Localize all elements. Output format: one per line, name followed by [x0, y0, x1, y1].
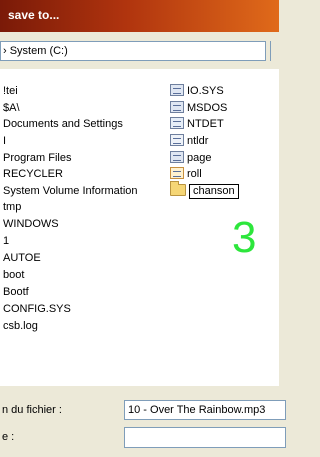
list-item[interactable]: Program Files — [3, 151, 71, 165]
item-label: 1 — [3, 235, 10, 247]
item-label: WINDOWS — [3, 218, 59, 230]
item-label: Documents and Settings — [3, 118, 123, 130]
list-item[interactable]: RECYCLER — [3, 167, 63, 181]
item-label: csb.log — [3, 320, 38, 332]
file-type-input[interactable] — [124, 427, 286, 448]
item-label: boot — [3, 269, 25, 281]
list-item[interactable]: csb.log — [3, 319, 38, 333]
file-icon — [170, 117, 184, 129]
item-label: page — [187, 152, 212, 164]
item-label: roll — [187, 168, 202, 180]
item-label: ntldr — [187, 135, 209, 147]
overlay-number: 3 — [232, 213, 257, 262]
list-item[interactable]: MSDOS — [170, 101, 227, 115]
item-label: !tei — [3, 85, 18, 97]
list-item[interactable]: System Volume Information — [3, 184, 138, 198]
item-label: IO.SYS — [187, 85, 224, 97]
location-value: › System (C:) — [3, 45, 68, 57]
file-icon — [170, 134, 184, 146]
sys-file-icon — [170, 101, 184, 113]
list-item[interactable]: CONFIG.SYS — [3, 302, 71, 316]
title-bar: save to... — [0, 0, 279, 32]
folder-icon — [170, 181, 186, 196]
rename-input[interactable]: chanson — [189, 184, 239, 199]
list-item[interactable]: ntldr — [170, 134, 208, 148]
sys-file-icon — [170, 151, 184, 163]
list-item[interactable]: 1 — [3, 234, 9, 248]
location-dropdown-button[interactable] — [270, 41, 280, 61]
item-label: MSDOS — [187, 102, 228, 114]
program-file-icon — [170, 167, 184, 179]
list-item[interactable]: Documents and Settings — [3, 117, 123, 131]
list-item[interactable]: I — [3, 134, 6, 148]
item-label: tmp — [3, 201, 22, 213]
list-item[interactable]: page — [170, 151, 211, 165]
location-combobox[interactable]: › System (C:) — [0, 41, 266, 61]
item-label: Program Files — [3, 152, 72, 164]
item-label: I — [3, 135, 7, 147]
list-item[interactable]: tmp — [3, 200, 21, 214]
list-item[interactable]: AUTOE — [3, 251, 41, 265]
list-item[interactable]: NTDET — [170, 117, 224, 131]
item-label: Bootf — [3, 286, 29, 298]
item-label: System Volume Information — [3, 185, 138, 197]
list-item[interactable]: WINDOWS — [3, 217, 59, 231]
item-label: RECYCLER — [3, 168, 63, 180]
list-item[interactable]: boot — [3, 268, 24, 282]
list-item[interactable]: chanson — [170, 181, 239, 199]
item-label: AUTOE — [3, 252, 41, 264]
file-type-label: e : — [2, 431, 15, 443]
filename-value: 10 - Over The Rainbow.mp3 — [128, 404, 266, 416]
list-item[interactable]: Bootf — [3, 285, 29, 299]
item-label: NTDET — [187, 118, 224, 130]
list-item[interactable]: !tei — [3, 84, 18, 98]
item-label: $A\ — [3, 102, 20, 114]
sys-file-icon — [170, 84, 184, 96]
filename-label: n du fichier : — [2, 404, 62, 416]
list-item[interactable]: IO.SYS — [170, 84, 224, 98]
list-item[interactable]: roll — [170, 167, 202, 181]
item-label: CONFIG.SYS — [3, 303, 71, 315]
window-title: save to... — [8, 8, 60, 22]
list-item[interactable]: $A\ — [3, 101, 20, 115]
filename-input[interactable]: 10 - Over The Rainbow.mp3 — [124, 400, 286, 420]
